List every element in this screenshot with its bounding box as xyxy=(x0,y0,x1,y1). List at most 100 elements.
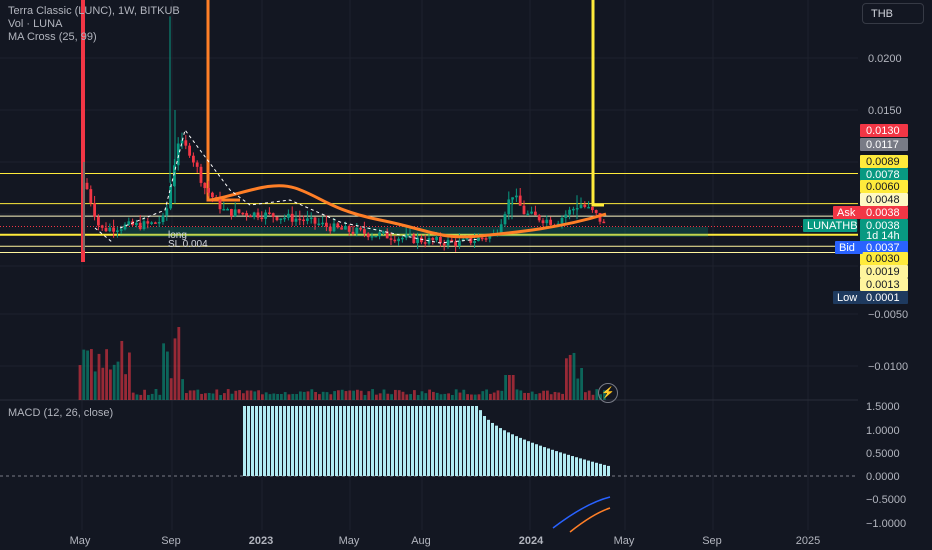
volume-bar xyxy=(473,394,477,400)
time-axis-label: 2023 xyxy=(249,535,273,547)
volume-bar xyxy=(169,378,173,400)
candle-body xyxy=(401,237,404,240)
volume-bar xyxy=(534,394,538,400)
price-badge-text: 0.0030 xyxy=(866,253,900,265)
price-axis-label: 0.0150 xyxy=(868,105,902,117)
symbol-legend[interactable]: Terra Classic (LUNC), 1W, BITKUB xyxy=(8,5,180,17)
macd-bar xyxy=(603,464,606,476)
stop-loss-label: SL 0.004 xyxy=(168,239,208,250)
candle-body xyxy=(268,212,271,214)
time-axis[interactable]: May Sep 2023 May Aug 2024 May Sep 2025 xyxy=(70,535,821,547)
volume-bar xyxy=(226,389,230,400)
volume-bar xyxy=(299,391,302,400)
candle-body xyxy=(222,208,226,211)
volume-bar xyxy=(272,393,276,400)
volume-bar xyxy=(352,390,355,400)
candle-body xyxy=(382,231,385,233)
volume-bar xyxy=(230,393,234,400)
macd-bar xyxy=(287,405,290,476)
candle-body xyxy=(112,227,115,232)
macd-bar xyxy=(475,405,478,476)
candle-body xyxy=(199,166,203,183)
volume-bar xyxy=(101,367,105,400)
volume-bar xyxy=(363,394,367,400)
volume-bar xyxy=(112,364,116,400)
volume-bar xyxy=(158,394,162,400)
macd-bar xyxy=(327,405,330,476)
macd-bar xyxy=(563,453,566,476)
macd-bar xyxy=(435,405,438,476)
candle-body xyxy=(85,182,89,190)
volume-bar xyxy=(462,389,466,400)
volume-bar xyxy=(310,389,314,400)
candle-body xyxy=(104,227,108,232)
time-axis-label: May xyxy=(339,535,360,547)
candle-body xyxy=(363,229,366,234)
volume-bar xyxy=(196,389,200,400)
candle-body xyxy=(454,241,457,247)
volume-bar xyxy=(124,374,127,400)
lightning-icon[interactable]: ⚡ xyxy=(598,383,618,403)
price-tag-text: Low xyxy=(837,292,857,304)
volume-bar xyxy=(139,394,143,400)
macd-bar xyxy=(579,458,582,476)
candle-body xyxy=(165,208,169,216)
volume-bar xyxy=(97,353,101,400)
volume-legend[interactable]: Vol · LUNA xyxy=(8,18,62,30)
volume-bar xyxy=(466,394,469,400)
candle-body xyxy=(192,155,195,163)
candle-body xyxy=(389,238,393,240)
macd-legend[interactable]: MACD (12, 26, close) xyxy=(8,407,113,419)
macd-bar xyxy=(319,405,322,476)
candle-body xyxy=(294,218,298,222)
volume-bar xyxy=(382,389,386,400)
volume-bar xyxy=(489,393,492,400)
volume-bar xyxy=(397,390,401,400)
volume-bar xyxy=(192,390,196,400)
volume-bar xyxy=(504,375,507,400)
volume-bar xyxy=(549,394,553,400)
volume-bar xyxy=(223,393,226,400)
macd-bar xyxy=(531,442,534,476)
price-axis-label: 0.0200 xyxy=(868,53,902,65)
volume-bar xyxy=(580,368,583,400)
candle-body xyxy=(412,234,416,244)
macd-bar xyxy=(351,405,354,476)
macd-bar xyxy=(555,451,558,476)
volume-bar xyxy=(584,392,587,400)
volume-bar xyxy=(116,361,120,400)
macd-bar xyxy=(471,405,474,476)
yellow-spike xyxy=(591,0,604,207)
macd-bar xyxy=(367,405,370,476)
price-chart[interactable]: long SL 0.004 0.02000.0150−0.0050−0.0100… xyxy=(0,0,932,550)
volume-bar xyxy=(344,391,348,400)
candle-body xyxy=(594,210,598,213)
macd-bar xyxy=(375,405,378,476)
volume-bar xyxy=(329,394,333,400)
macd-bar xyxy=(423,405,426,476)
volume-bar xyxy=(432,391,435,400)
macd-axis[interactable]: 1.5000 1.0000 0.5000 0.0000 −0.5000 −1.0000 xyxy=(866,401,906,530)
volume-bar xyxy=(154,389,158,400)
macd-bar xyxy=(491,422,494,476)
candle-body xyxy=(431,237,435,241)
candle-body xyxy=(241,212,245,215)
volume-bar xyxy=(386,393,390,400)
macd-bar xyxy=(499,428,502,476)
candle-body xyxy=(279,218,283,221)
volume-bar xyxy=(109,369,112,400)
candle-body xyxy=(256,212,260,218)
price-badge-text: 0.0078 xyxy=(866,169,900,181)
candle-body xyxy=(446,239,450,246)
candle-body xyxy=(484,238,488,240)
candle-body xyxy=(328,226,332,232)
macd-bar xyxy=(519,437,522,476)
volume-bar xyxy=(306,391,310,400)
macd-bar xyxy=(259,405,262,476)
ma-cross-legend[interactable]: MA Cross (25, 99) xyxy=(8,31,97,43)
candle-body xyxy=(97,216,100,226)
candle-body xyxy=(583,204,587,207)
candle-body xyxy=(359,227,362,230)
volume-bar xyxy=(367,391,371,400)
currency-selector[interactable]: THB xyxy=(862,3,924,24)
